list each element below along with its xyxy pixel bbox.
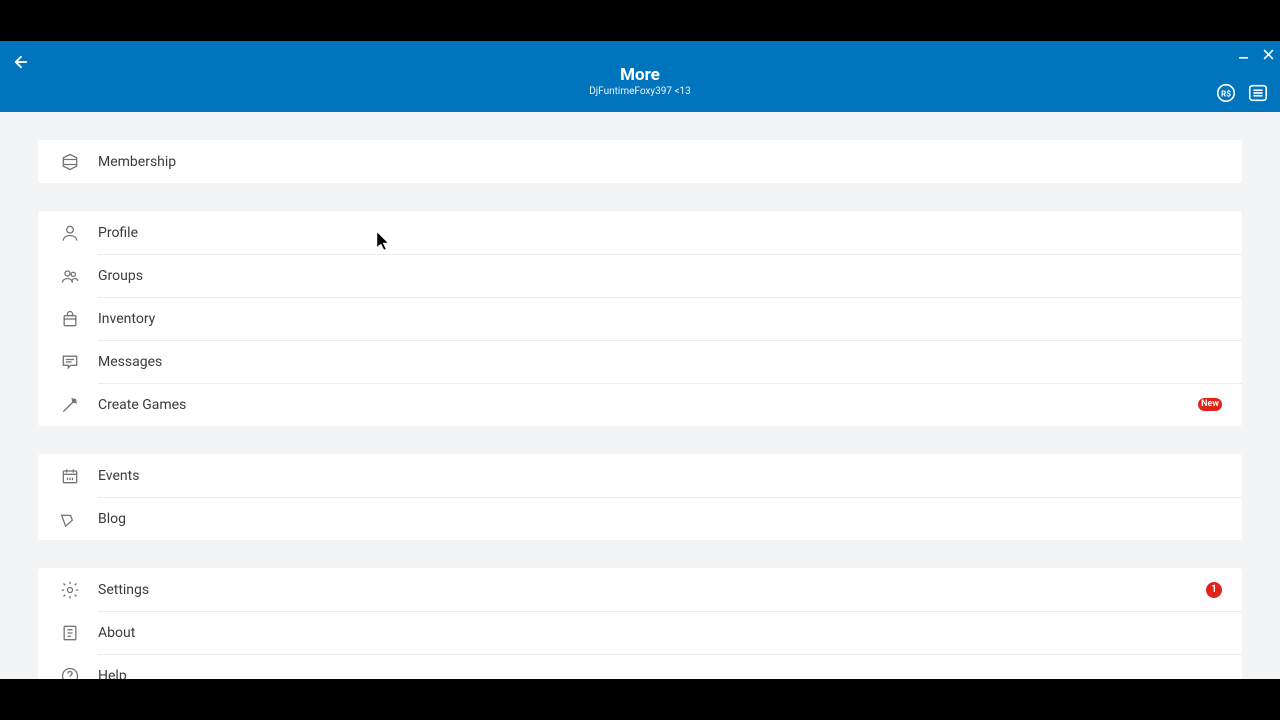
row-settings[interactable]: Settings 1: [38, 568, 1242, 611]
robux-icon: R$: [1215, 82, 1237, 104]
row-groups[interactable]: Groups: [38, 254, 1242, 297]
back-button[interactable]: [12, 53, 30, 71]
row-label: Blog: [98, 511, 126, 527]
section-account: Profile Groups Inventory Messages: [38, 211, 1242, 426]
row-label: Inventory: [98, 311, 155, 327]
robux-button[interactable]: R$: [1214, 81, 1238, 105]
messages-icon: [60, 352, 98, 372]
section-community: Events Blog: [38, 454, 1242, 540]
row-label: Messages: [98, 354, 162, 370]
profile-icon: [60, 223, 98, 243]
minimize-button[interactable]: [1238, 49, 1249, 60]
username-label: DjFuntimeFoxy397 <13: [589, 86, 691, 97]
svg-text:R$: R$: [1221, 89, 1231, 100]
blog-icon: [60, 509, 98, 529]
row-blog[interactable]: Blog: [38, 497, 1242, 540]
row-profile[interactable]: Profile: [38, 211, 1242, 254]
create-games-icon: [60, 395, 98, 415]
menu-button[interactable]: [1246, 81, 1270, 105]
menu-icon: [1247, 82, 1269, 104]
about-icon: [60, 623, 98, 643]
arrow-left-icon: [12, 53, 30, 71]
settings-icon: [60, 580, 98, 600]
row-create-games[interactable]: Create Games New: [38, 383, 1242, 426]
close-window-button[interactable]: [1263, 49, 1274, 60]
row-messages[interactable]: Messages: [38, 340, 1242, 383]
page-title: More: [589, 65, 691, 85]
groups-icon: [60, 266, 98, 286]
row-events[interactable]: Events: [38, 454, 1242, 497]
section-system: Settings 1 About Help: [38, 568, 1242, 697]
row-about[interactable]: About: [38, 611, 1242, 654]
row-label: Profile: [98, 225, 138, 241]
row-label: Create Games: [98, 397, 186, 413]
inventory-icon: [60, 309, 98, 329]
new-badge: New: [1198, 398, 1222, 411]
events-icon: [60, 466, 98, 486]
membership-icon: [60, 152, 98, 172]
row-label: About: [98, 625, 135, 641]
content-area: Membership Profile Groups Inven: [0, 112, 1280, 697]
section-membership: Membership: [38, 140, 1242, 183]
row-label: Membership: [98, 154, 176, 170]
app-header: More DjFuntimeFoxy397 <13 R$: [0, 41, 1280, 112]
minimize-icon: [1238, 49, 1249, 60]
row-inventory[interactable]: Inventory: [38, 297, 1242, 340]
notification-badge: 1: [1206, 582, 1222, 598]
row-label: Events: [98, 468, 139, 484]
row-membership[interactable]: Membership: [38, 140, 1242, 183]
row-label: Settings: [98, 582, 149, 598]
row-label: Groups: [98, 268, 143, 284]
close-icon: [1263, 49, 1274, 60]
